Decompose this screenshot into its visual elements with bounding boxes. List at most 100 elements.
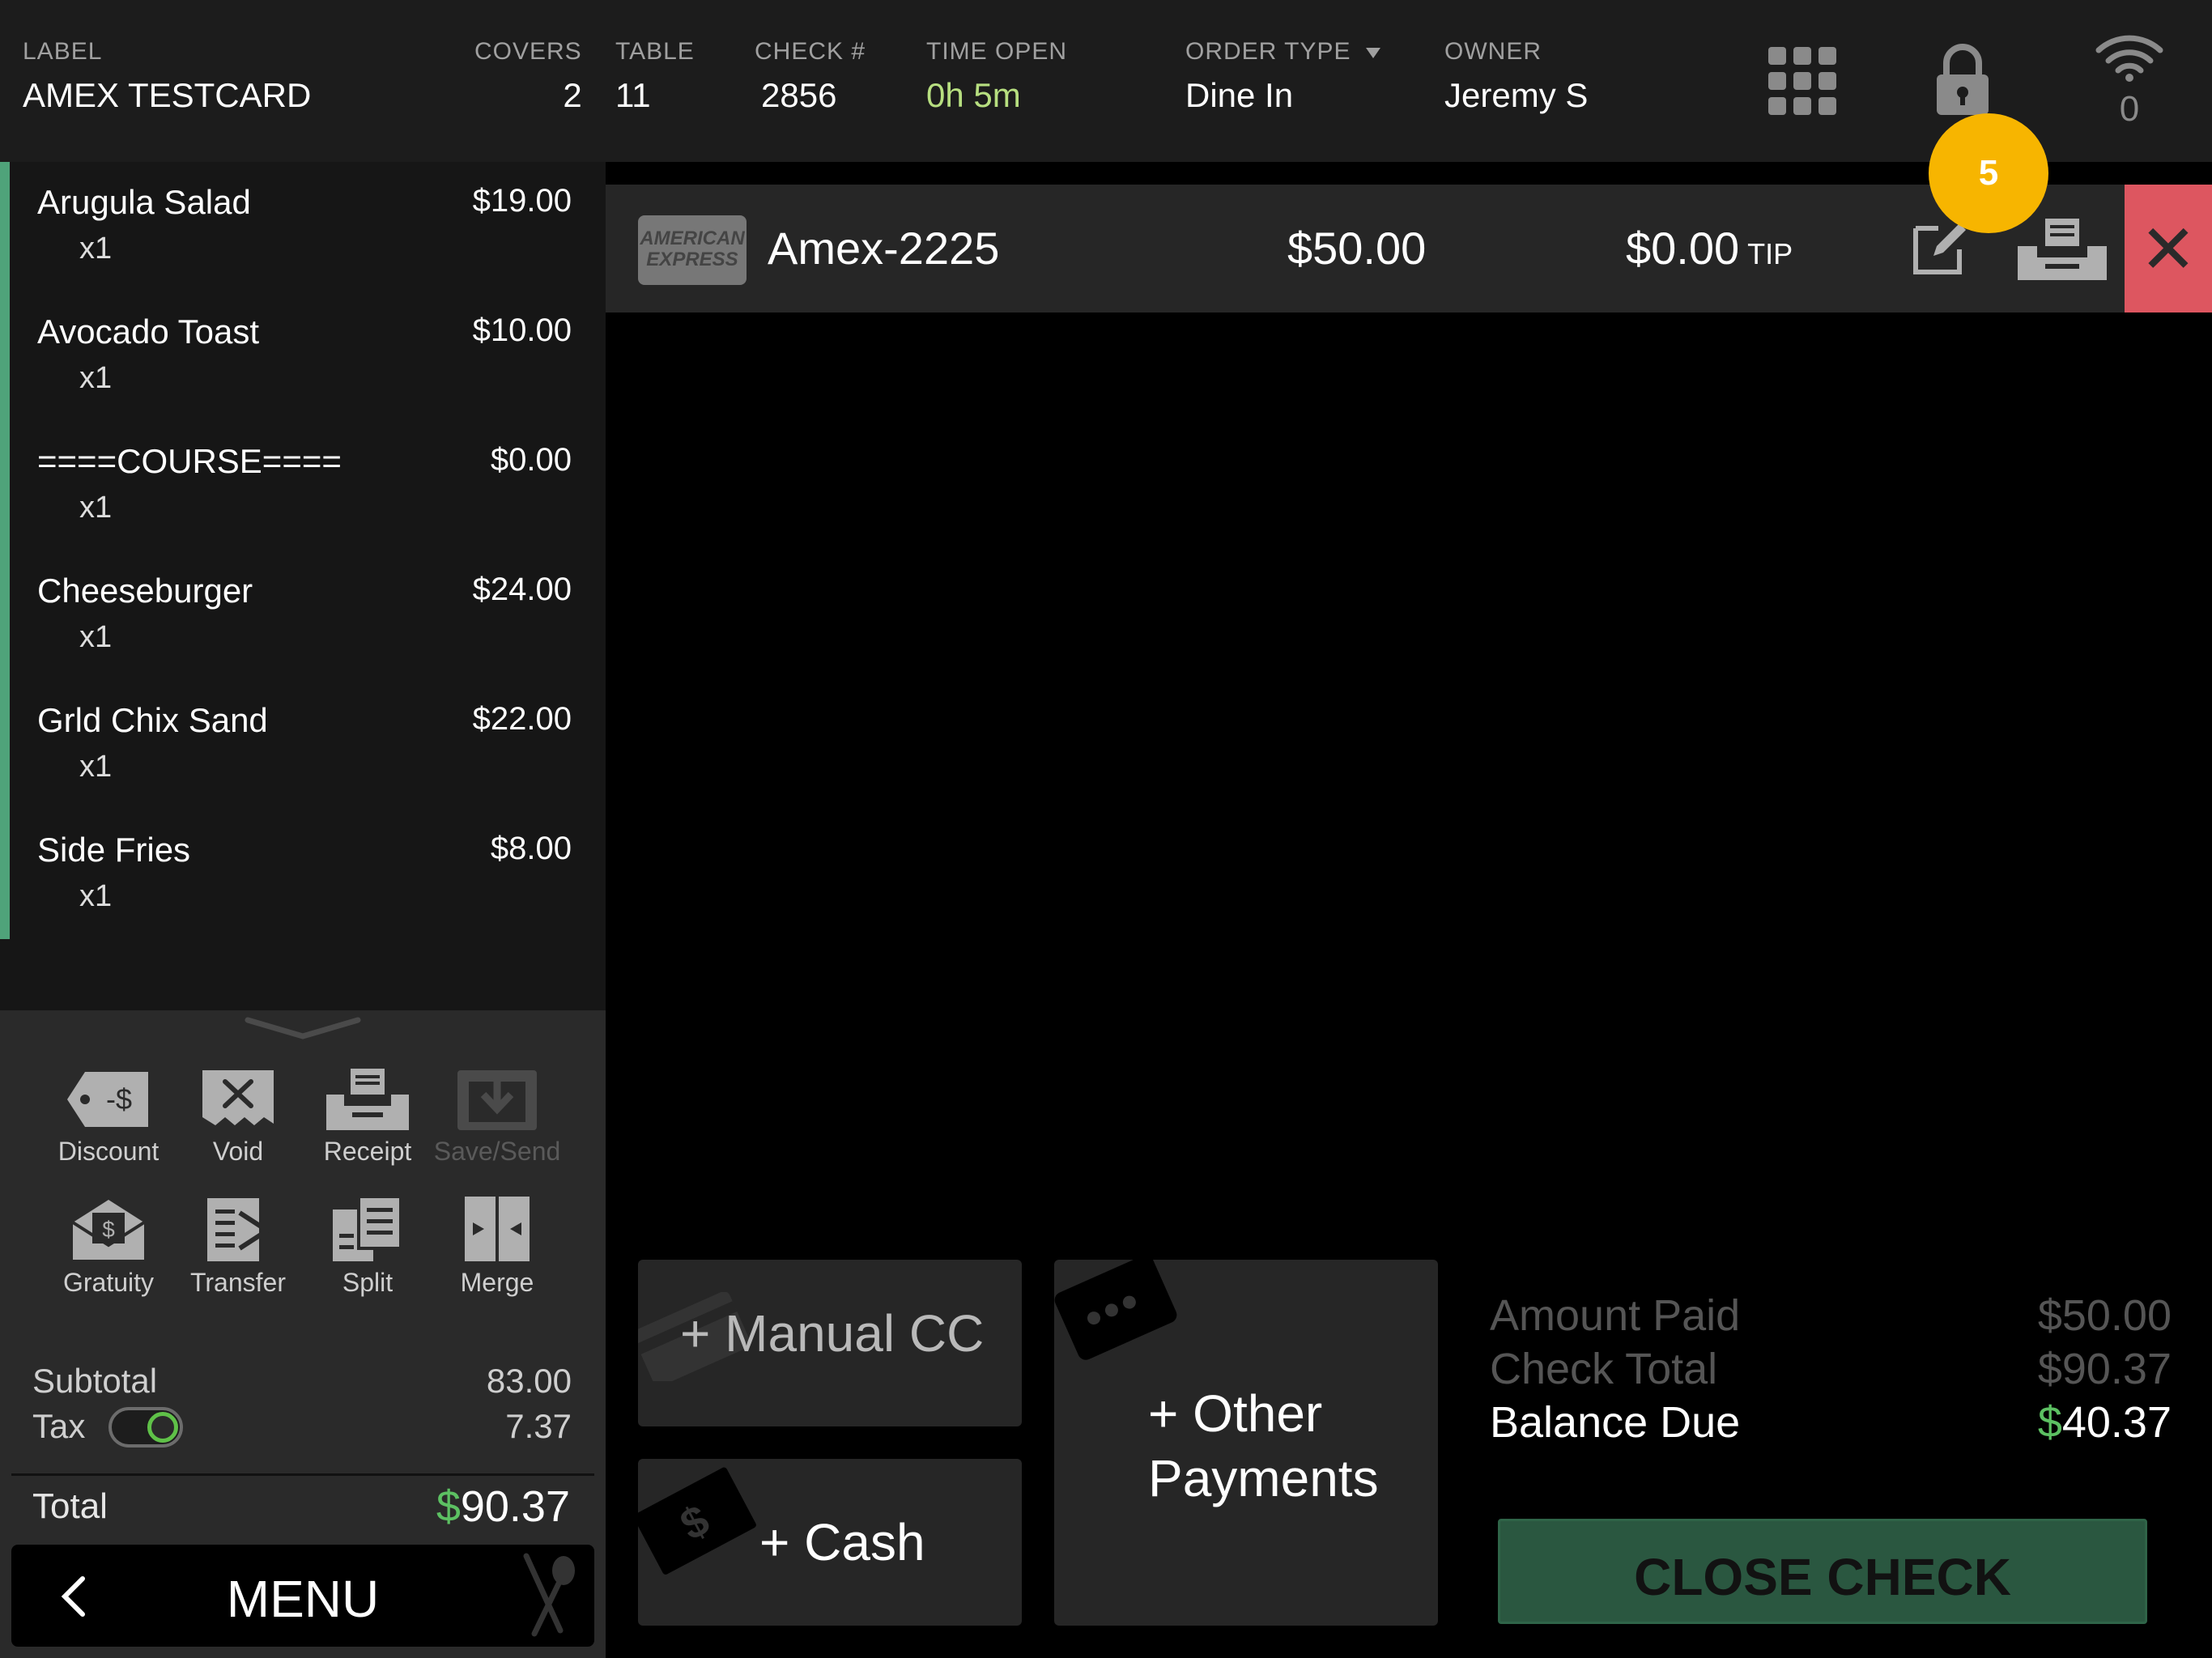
balance-amount: 40.37 <box>2061 1398 2172 1447</box>
lock-icon[interactable] <box>1933 44 1992 117</box>
order-item-name: Avocado Toast <box>37 312 259 351</box>
cash-icon: $ <box>638 1467 756 1575</box>
order-item[interactable]: Cheeseburger $24.00 x1 <box>37 551 572 680</box>
order-type-title: ORDER TYPE <box>1185 38 1351 65</box>
gratuity-envelope-icon: $ <box>71 1200 146 1260</box>
order-item-name: ====COURSE==== <box>37 442 342 480</box>
course-indicator-bar <box>0 162 10 939</box>
order-item-price: $0.00 <box>490 442 572 478</box>
wifi-icon <box>2095 35 2163 82</box>
order-item-list[interactable]: Arugula Salad $19.00 x1 Avocado Toast $1… <box>0 162 606 1010</box>
order-item-price: $19.00 <box>472 183 572 219</box>
remove-payment-button[interactable]: ✕ <box>2125 185 2212 312</box>
check-header: LABEL AMEX TESTCARD COVERS 2 TABLE 11 CH… <box>0 0 2212 162</box>
gratuity-button[interactable]: $ Gratuity <box>44 1195 173 1324</box>
transfer-button[interactable]: Transfer <box>173 1195 303 1324</box>
save-send-button[interactable]: Save/Send <box>432 1067 562 1197</box>
grid-icon[interactable] <box>1768 47 1836 115</box>
discount-button[interactable]: -$ Discount <box>44 1067 173 1197</box>
close-check-button[interactable]: CLOSE CHECK <box>1498 1519 2147 1624</box>
card-logo-text: EXPRESS <box>646 249 738 270</box>
other-payments-label: + Other Payments <box>1148 1381 1379 1511</box>
check-number-value: 2856 <box>761 76 837 114</box>
time-open-field: TIME OPEN 0h 5m <box>926 36 1067 120</box>
order-item-price: $10.00 <box>472 312 572 348</box>
label-field[interactable]: LABEL AMEX TESTCARD <box>23 36 311 120</box>
svg-text:$: $ <box>102 1217 115 1242</box>
subtotal-value: 83.00 <box>486 1362 572 1400</box>
void-button[interactable]: Void <box>173 1067 303 1197</box>
cash-button[interactable]: $ + Cash <box>638 1459 1022 1626</box>
total-amount: 90.37 <box>460 1482 570 1531</box>
order-item[interactable]: ====COURSE==== $0.00 x1 <box>37 421 572 551</box>
amount-paid-value: $50.00 <box>2037 1291 2172 1340</box>
balance-currency: $ <box>2037 1398 2062 1447</box>
time-open-value: 0h 5m <box>926 71 1067 120</box>
time-open-hours: 0h <box>926 76 964 114</box>
void-receipt-icon <box>202 1070 274 1125</box>
other-payments-button[interactable]: + Other Payments <box>1054 1260 1438 1626</box>
order-item-name: Grld Chix Sand <box>37 701 268 739</box>
order-item[interactable]: Side Fries $8.00 x1 <box>37 810 572 939</box>
time-open-minutes: 5m <box>973 76 1021 114</box>
split-icon <box>333 1195 402 1261</box>
close-icon: ✕ <box>2139 211 2197 287</box>
payment-tip[interactable]: $0.00 TIP <box>1626 222 1793 274</box>
manual-cc-button[interactable]: + Manual CC <box>638 1260 1022 1426</box>
order-item[interactable]: Grld Chix Sand $22.00 x1 <box>37 680 572 810</box>
edit-icon[interactable] <box>1909 219 1969 278</box>
merge-button[interactable]: Merge <box>432 1195 562 1324</box>
order-item-qty: x1 <box>79 879 113 913</box>
wifi-count: 0 <box>2119 89 2140 129</box>
balance-due-value: $40.37 <box>2038 1397 2172 1448</box>
owner-field[interactable]: OWNER Jeremy S <box>1444 36 1588 120</box>
table-field[interactable]: TABLE 11 <box>615 36 695 120</box>
other-payment-card-icon <box>1054 1260 1177 1360</box>
check-total-value: $90.37 <box>2037 1345 2172 1393</box>
order-item[interactable]: Arugula Salad $19.00 x1 <box>37 162 572 291</box>
order-item-qty: x1 <box>79 232 113 266</box>
cutlery-icon <box>523 1553 575 1637</box>
discount-tag-icon: -$ <box>67 1072 148 1127</box>
tip-label: TIP <box>1747 237 1793 270</box>
label-value: AMEX TESTCARD <box>23 76 312 114</box>
tax-toggle[interactable] <box>108 1407 183 1448</box>
menu-button[interactable]: MENU <box>11 1545 594 1647</box>
chevron-down-icon[interactable] <box>243 1015 363 1043</box>
total-divider <box>11 1473 594 1476</box>
covers-field[interactable]: COVERS 2 <box>474 36 582 120</box>
label-title: LABEL <box>23 38 103 65</box>
table-title: TABLE <box>615 38 695 65</box>
other-payments-line: Payments <box>1148 1449 1379 1507</box>
toggle-knob <box>147 1412 178 1443</box>
dropdown-caret-icon[interactable] <box>1365 47 1380 58</box>
split-button[interactable]: Split <box>303 1195 432 1324</box>
order-item[interactable]: Avocado Toast $10.00 x1 <box>37 291 572 421</box>
receipt-button[interactable]: Receipt <box>303 1067 432 1197</box>
balance-due-label: Balance Due <box>1490 1398 1741 1447</box>
printer-icon[interactable] <box>2014 217 2110 282</box>
svg-text:-$: -$ <box>106 1082 132 1116</box>
total-label: Total <box>32 1486 108 1526</box>
close-check-label: CLOSE CHECK <box>1634 1548 2011 1606</box>
check-number-field: CHECK # 2856 <box>755 36 866 120</box>
void-label: Void <box>212 1137 264 1166</box>
check-number-title: CHECK # <box>755 38 866 65</box>
order-item-name: Cheeseburger <box>37 572 253 610</box>
merge-label: Merge <box>460 1268 534 1297</box>
order-item-price: $8.00 <box>490 831 572 866</box>
total-currency: $ <box>436 1482 461 1531</box>
covers-title: COVERS <box>474 38 582 65</box>
payment-amount: $50.00 <box>1287 223 1427 274</box>
tax-value: 7.37 <box>505 1407 572 1445</box>
order-type-field[interactable]: ORDER TYPE Dine In <box>1185 36 1380 120</box>
manual-cc-label: + Manual CC <box>680 1304 985 1363</box>
transfer-label: Transfer <box>190 1268 286 1297</box>
cash-label: + Cash <box>759 1513 925 1571</box>
order-item-price: $24.00 <box>472 572 572 607</box>
check-total-label: Check Total <box>1490 1345 1718 1393</box>
order-item-name: Arugula Salad <box>37 183 251 221</box>
table-value: 11 <box>615 76 651 114</box>
amount-paid-label: Amount Paid <box>1490 1291 1741 1340</box>
other-payments-line: + Other <box>1148 1384 1323 1443</box>
